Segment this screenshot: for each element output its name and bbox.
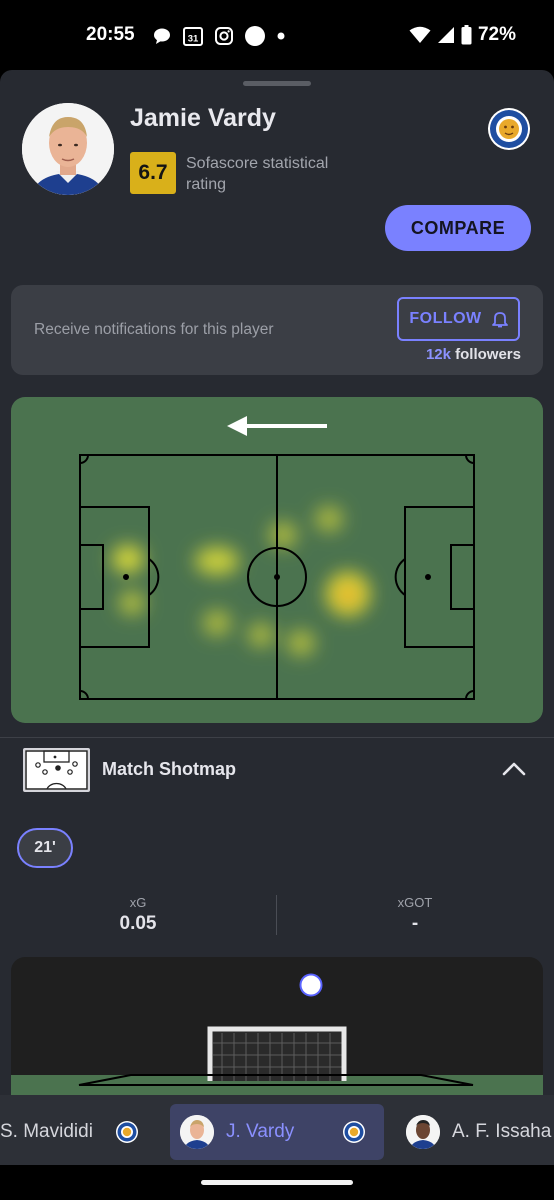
- notification-icons: 31: [152, 25, 286, 47]
- follow-card: Receive notifications for this player FO…: [11, 285, 543, 375]
- battery-percent: 72%: [477, 24, 516, 45]
- rating-label: Sofascore statistical rating: [186, 155, 329, 193]
- player-tab-mavididi[interactable]: S. Mavididi: [0, 1104, 156, 1160]
- player-avatar: [22, 103, 114, 195]
- player-tab-label: A. F. Issaha: [452, 1121, 552, 1142]
- bell-icon: [491, 312, 508, 328]
- player-tab-label: J. Vardy: [226, 1121, 295, 1142]
- status-bar: 20:55 31 72%: [0, 0, 554, 70]
- goal-frame: [207, 1026, 347, 1081]
- player-tab-avatar: [180, 1115, 214, 1149]
- status-right: 72%: [409, 24, 516, 46]
- shot-minute-chip[interactable]: 21': [17, 828, 73, 868]
- instagram-icon: [215, 27, 233, 45]
- heat-zones: [112, 506, 370, 656]
- circle-app-icon: [245, 26, 265, 46]
- player-sheet: Jamie Vardy 6.7 Sofascore statistical ra…: [0, 70, 554, 1165]
- chevron-up-icon[interactable]: [501, 757, 527, 779]
- section-divider: [0, 737, 554, 738]
- leicester-city-crest-icon: [115, 1121, 138, 1143]
- rating-badge[interactable]: 6.7: [130, 152, 176, 194]
- leicester-city-crest-icon[interactable]: [487, 107, 531, 151]
- attack-direction-arrow-icon: [227, 416, 327, 436]
- follow-button-label: FOLLOW: [409, 310, 482, 327]
- status-time: 20:55: [86, 24, 135, 45]
- shotmap-title: Match Shotmap: [102, 759, 237, 779]
- chat-bubble-icon: [154, 28, 170, 44]
- follow-button[interactable]: FOLLOW: [397, 297, 520, 341]
- follow-prompt: Receive notifications for this player: [34, 321, 274, 338]
- cell-signal-icon: [437, 27, 454, 43]
- shot-marker: [299, 973, 323, 997]
- xgot-stat: xGOT -: [345, 895, 485, 935]
- calendar-icon: 31: [183, 27, 203, 46]
- player-tab-label: S. Mavididi: [0, 1121, 93, 1142]
- stat-separator: [276, 895, 277, 935]
- player-switcher: S. Mavididi J. Vardy A. F. Issaha: [0, 1095, 554, 1168]
- xgot-value: -: [411, 913, 419, 934]
- xg-stat: xG 0.05: [68, 895, 208, 935]
- xg-value: 0.05: [119, 913, 157, 934]
- home-gesture-pill[interactable]: [201, 1180, 353, 1185]
- compare-button[interactable]: COMPARE: [385, 205, 531, 251]
- heatmap[interactable]: [11, 397, 543, 723]
- battery-icon: [461, 25, 472, 45]
- xgot-label: xGOT: [397, 895, 433, 910]
- followers-count: 12k followers: [425, 346, 521, 363]
- player-tab-issaha[interactable]: A. F. Issaha: [394, 1104, 554, 1160]
- leicester-city-crest-icon: [343, 1121, 366, 1143]
- more-notifications-dot-icon: [277, 32, 285, 40]
- player-tab-vardy[interactable]: J. Vardy: [170, 1104, 384, 1160]
- xg-label: xG: [129, 895, 147, 910]
- drag-handle[interactable]: [243, 81, 311, 86]
- player-name: Jamie Vardy: [130, 104, 276, 132]
- wifi-icon: [409, 26, 431, 43]
- player-tab-avatar: [406, 1115, 440, 1149]
- calendar-day: 31: [188, 34, 199, 45]
- shotmap-pitch-icon: [23, 748, 90, 792]
